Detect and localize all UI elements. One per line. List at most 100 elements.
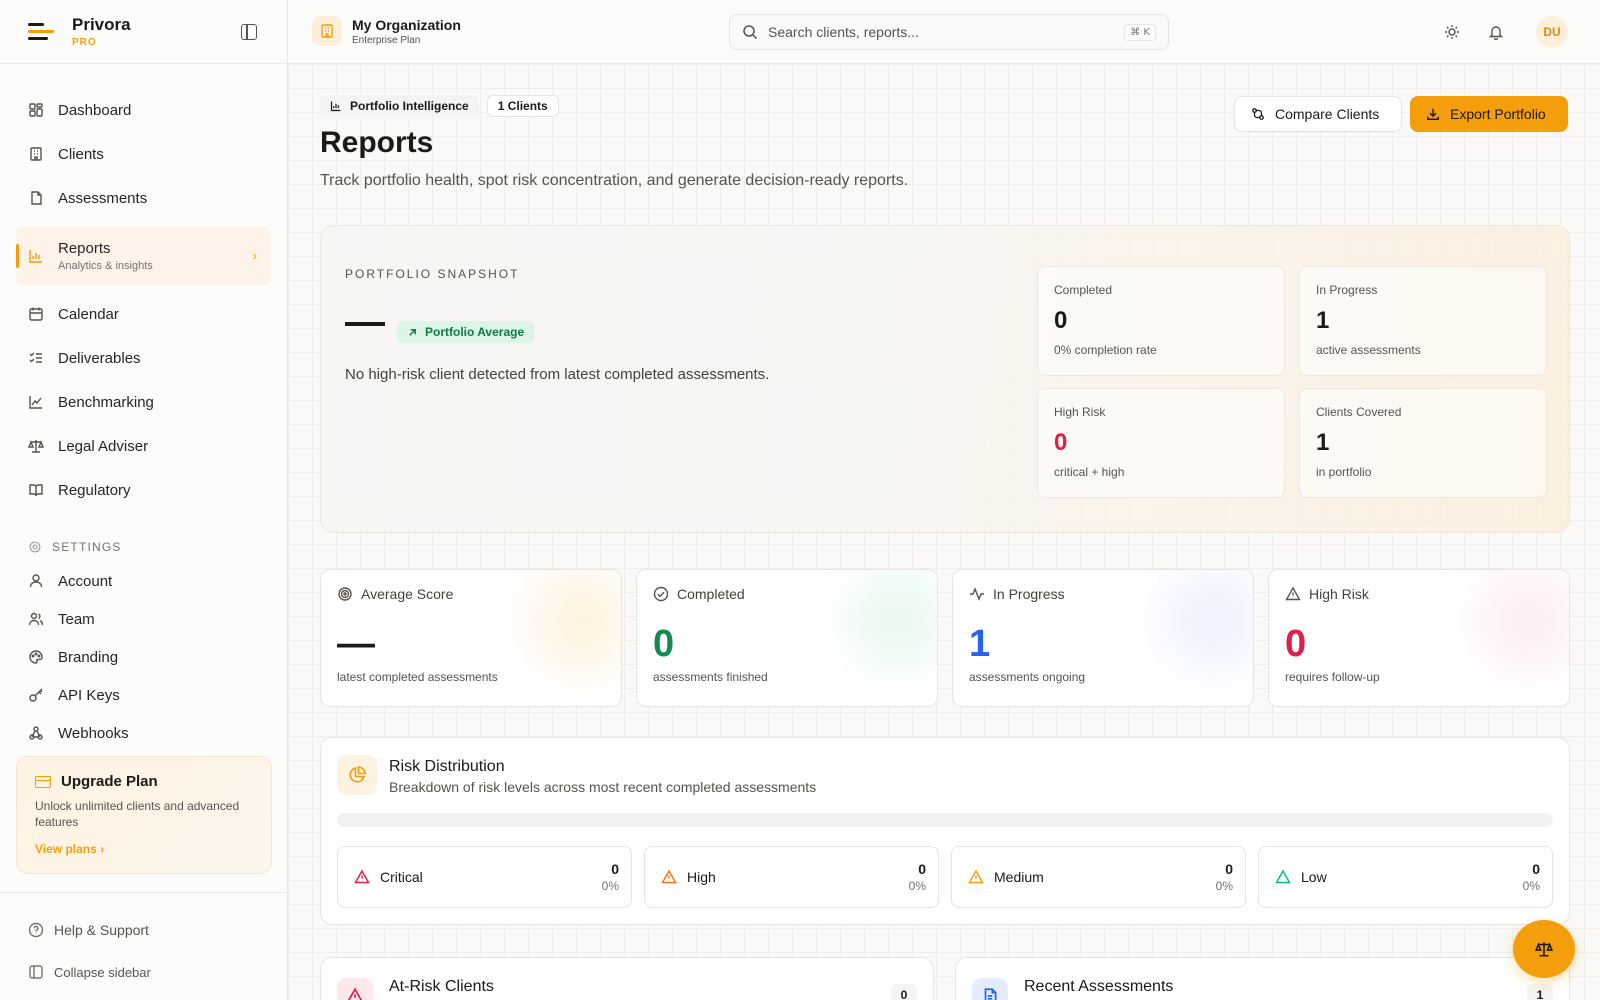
- upgrade-description: Unlock unlimited clients and advanced fe…: [35, 799, 240, 829]
- page-description: Track portfolio health, spot risk concen…: [320, 172, 909, 189]
- stat-value: 1: [1316, 429, 1330, 456]
- risk-level-name: Medium: [994, 869, 1044, 885]
- sidebar-item-api-keys[interactable]: API Keys: [16, 676, 271, 714]
- stat-sub: in portfolio: [1316, 465, 1372, 479]
- sidebar-item-clients[interactable]: Clients: [16, 132, 271, 176]
- compare-icon: [1251, 107, 1265, 121]
- sidebar-item-label: Calendar: [58, 305, 119, 323]
- risk-distribution-title: Risk Distribution: [389, 758, 505, 775]
- settings-heading-label: SETTINGS: [52, 540, 122, 554]
- legal-adviser-fab[interactable]: [1513, 920, 1575, 978]
- help-circle-icon: [28, 922, 44, 938]
- sidebar-item-team[interactable]: Team: [16, 600, 271, 638]
- risk-level-percent: 0%: [1215, 879, 1233, 893]
- scale-icon: [28, 438, 44, 454]
- sidebar-footer: Help & Support Collapse sidebar: [0, 892, 287, 1000]
- kpi-value: 0: [653, 623, 675, 665]
- org-plan: Enterprise Plan: [352, 34, 421, 46]
- sidebar-item-calendar[interactable]: Calendar: [16, 292, 271, 336]
- kpi-caption: assessments ongoing: [969, 670, 1086, 684]
- sun-icon[interactable]: [1444, 24, 1460, 40]
- sidebar-item-branding[interactable]: Branding: [16, 638, 271, 676]
- collapse-sidebar-label: Collapse sidebar: [54, 964, 151, 980]
- alert-triangle-icon: [337, 978, 373, 1000]
- view-plans-link[interactable]: View plans ›: [35, 842, 253, 856]
- badge-label: Portfolio Average: [425, 325, 525, 339]
- risk-level-medium: Medium 0 0%: [951, 846, 1246, 908]
- kpi-in-progress: In Progress 1 assessments ongoing: [952, 569, 1254, 707]
- sidebar-item-dashboard[interactable]: Dashboard: [16, 88, 271, 132]
- scale-icon: [1535, 942, 1553, 957]
- kpi-value: 0: [1285, 623, 1307, 665]
- palette-icon: [28, 649, 44, 665]
- avatar[interactable]: DU: [1536, 16, 1568, 48]
- kpi-value: 1: [969, 623, 991, 665]
- export-portfolio-button[interactable]: Export Portfolio: [1410, 96, 1568, 132]
- sidebar-item-benchmarking[interactable]: Benchmarking: [16, 380, 271, 424]
- page-title: Reports: [320, 126, 434, 159]
- search-input[interactable]: [768, 24, 1125, 40]
- kpi-label: In Progress: [993, 586, 1065, 602]
- sidebar-item-assessments[interactable]: Assessments: [16, 176, 271, 220]
- stat-in-progress: In Progress 1 active assessments: [1299, 266, 1547, 376]
- stat-label: In Progress: [1316, 283, 1378, 297]
- bell-icon[interactable]: [1488, 24, 1504, 40]
- webhook-icon: [28, 725, 44, 741]
- stat-label: Completed: [1054, 283, 1113, 297]
- collapse-sidebar-button[interactable]: Collapse sidebar: [28, 951, 271, 993]
- search-bar[interactable]: ⌘ K: [729, 14, 1169, 50]
- document-icon: [972, 978, 1008, 1000]
- risk-level-percent: 0%: [601, 879, 619, 893]
- book-icon: [28, 482, 44, 498]
- main-content: Portfolio Intelligence 1 Clients Reports…: [288, 64, 1600, 1000]
- average-score-placeholder: [345, 322, 385, 326]
- help-support-link[interactable]: Help & Support: [28, 909, 271, 951]
- sidebar-item-label: Clients: [58, 145, 104, 163]
- alert-triangle-icon: [354, 869, 370, 885]
- stat-label: Clients Covered: [1316, 405, 1402, 419]
- portfolio-intelligence-chip: Portfolio Intelligence: [320, 95, 479, 117]
- organization-switcher[interactable]: My Organization Enterprise Plan: [312, 16, 461, 46]
- compare-clients-button[interactable]: Compare Clients: [1234, 96, 1402, 132]
- arrow-up-right-icon: [409, 328, 416, 336]
- sidebar-item-webhooks[interactable]: Webhooks: [16, 714, 271, 752]
- users-icon: [28, 611, 44, 627]
- stat-value: 0: [1054, 429, 1068, 456]
- portfolio-average-badge: Portfolio Average: [397, 321, 535, 343]
- risk-distribution-card: Risk Distribution Breakdown of risk leve…: [320, 737, 1570, 925]
- panel-left-icon: [28, 964, 44, 980]
- building-icon: [312, 16, 342, 46]
- bar-chart-icon: [330, 100, 342, 112]
- portfolio-snapshot: PORTFOLIO SNAPSHOT Portfolio Average No …: [320, 225, 1570, 533]
- main-nav: Dashboard Clients Assessments Reports An…: [0, 64, 287, 752]
- sidebar-item-label: Team: [58, 610, 95, 628]
- brand[interactable]: Privora PRO: [0, 0, 287, 64]
- brand-name: Privora: [72, 14, 131, 34]
- chip-label: Portfolio Intelligence: [350, 99, 469, 113]
- sidebar-item-deliverables[interactable]: Deliverables: [16, 336, 271, 380]
- sidebar-toggle-icon[interactable]: [241, 24, 257, 40]
- sidebar-item-regulatory[interactable]: Regulatory: [16, 468, 271, 512]
- risk-level-count: 0: [918, 861, 926, 877]
- sidebar-item-account[interactable]: Account: [16, 562, 271, 600]
- sidebar-item-label: Benchmarking: [58, 393, 154, 411]
- sidebar-item-label: Dashboard: [58, 101, 132, 119]
- upgrade-card: Upgrade Plan Unlock unlimited clients an…: [16, 756, 272, 874]
- help-support-label: Help & Support: [54, 922, 149, 938]
- sidebar-item-label: Regulatory: [58, 481, 131, 499]
- sidebar-item-legal-adviser[interactable]: Legal Adviser: [16, 424, 271, 468]
- building-icon: [28, 146, 44, 162]
- risk-level-count: 0: [1225, 861, 1233, 877]
- file-icon: [28, 190, 44, 206]
- at-risk-clients-title: At-Risk Clients: [389, 978, 494, 995]
- alert-triangle-icon: [968, 869, 984, 885]
- at-risk-clients-count: 0: [891, 984, 917, 1000]
- pie-chart-icon: [337, 755, 377, 795]
- risk-distribution-subtitle: Breakdown of risk levels across most rec…: [389, 779, 817, 795]
- line-chart-icon: [28, 394, 44, 410]
- at-risk-clients-panel: At-Risk Clients 0: [320, 957, 934, 1000]
- sidebar-item-reports[interactable]: Reports Analytics & insights ›: [16, 226, 271, 286]
- settings-heading: SETTINGS: [28, 540, 271, 554]
- stat-value: 0: [1054, 307, 1068, 334]
- risk-level-name: High: [687, 869, 716, 885]
